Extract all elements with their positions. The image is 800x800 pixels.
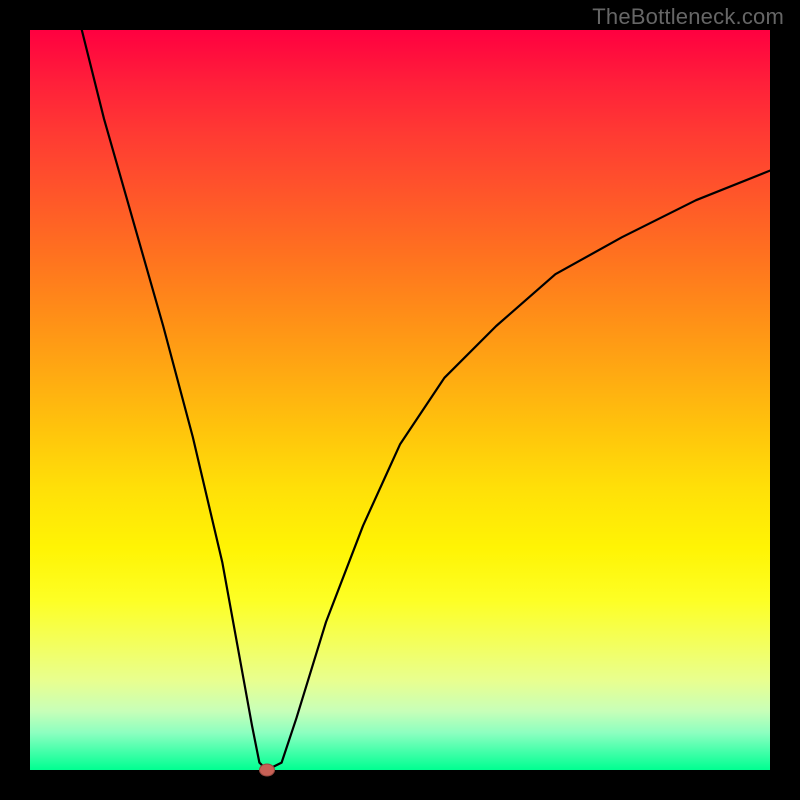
plot-area <box>30 30 770 770</box>
watermark-text: TheBottleneck.com <box>592 4 784 30</box>
bottleneck-curve <box>30 30 770 770</box>
chart-frame: TheBottleneck.com <box>0 0 800 800</box>
optimal-point-marker <box>259 764 275 777</box>
curve-path <box>82 30 770 770</box>
